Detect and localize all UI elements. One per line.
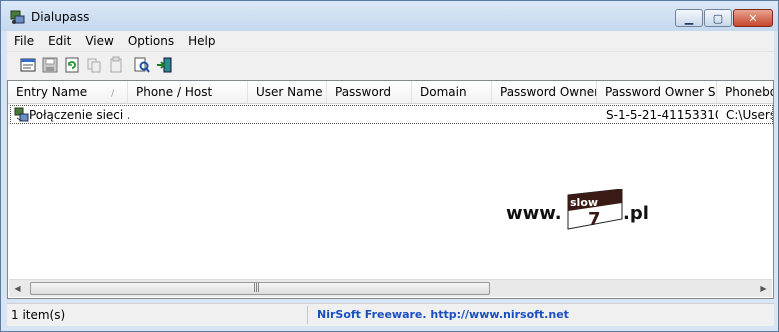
refresh-button[interactable] (63, 56, 81, 74)
table-row[interactable]: Połączenie sieci ... S-1-5-21-41153310..… (10, 105, 773, 124)
main-window: Dialupass ▁ ▢ ✕ File Edit View Options H… (0, 0, 779, 332)
cell-domain (421, 107, 491, 123)
toolbar (7, 51, 774, 80)
status-divider (307, 306, 308, 324)
find-button[interactable] (133, 56, 151, 74)
cell-user-name (257, 107, 327, 123)
close-button[interactable]: ✕ (733, 9, 773, 27)
watermark-prefix: www. (506, 203, 562, 224)
copy-icon (87, 58, 101, 73)
cell-password-owner-sid: S-1-5-21-41153310... (606, 108, 718, 122)
properties-icon (20, 58, 36, 72)
scroll-left-button[interactable]: ◀ (9, 280, 26, 297)
properties-button[interactable] (19, 56, 37, 74)
minimize-icon: ▁ (684, 11, 694, 25)
cell-phone-host (138, 107, 248, 123)
refresh-icon (65, 57, 79, 73)
scroll-right-button[interactable]: ▶ (755, 280, 772, 297)
col-domain[interactable]: Domain (412, 81, 492, 103)
scroll-right-icon: ▶ (760, 284, 767, 293)
column-headers: Entry Name / Phone / Host User Name Passw… (8, 81, 773, 104)
cell-password (336, 107, 411, 123)
copy-text-icon (110, 56, 122, 73)
minimize-button[interactable]: ▁ (675, 9, 703, 27)
menu-edit[interactable]: Edit (41, 34, 78, 48)
find-icon (134, 57, 150, 73)
col-phonebook[interactable]: Phonebo (717, 81, 773, 103)
status-item-count: 1 item(s) (11, 308, 66, 322)
sort-indicator-icon: / (111, 89, 115, 99)
copy-text-button[interactable] (107, 56, 125, 74)
cell-password-owner (501, 107, 596, 123)
save-icon (42, 57, 58, 73)
entries-list[interactable]: Entry Name / Phone / Host User Name Passw… (7, 80, 774, 299)
menu-view[interactable]: View (78, 34, 120, 48)
close-icon: ✕ (748, 11, 758, 25)
status-bar: 1 item(s) NirSoft Freeware. http://www.n… (7, 303, 774, 326)
col-password-owner[interactable]: Password Owner (492, 81, 597, 103)
dialup-entry-icon (14, 107, 29, 122)
cell-phonebook: C:\Users\ (726, 108, 772, 122)
menu-options[interactable]: Options (121, 34, 181, 48)
cell-entry-name: Połączenie sieci ... (29, 108, 129, 122)
menu-bar: File Edit View Options Help (7, 31, 774, 51)
grip-icon: ||| (253, 283, 260, 293)
col-entry-name[interactable]: Entry Name / (8, 81, 128, 103)
exit-icon (157, 57, 172, 73)
col-phone-host[interactable]: Phone / Host (128, 81, 248, 103)
watermark-box-bottom: 7 (588, 209, 601, 230)
title-bar[interactable]: Dialupass ▁ ▢ ✕ (1, 1, 778, 31)
col-password[interactable]: Password (327, 81, 412, 103)
col-entry-name-label: Entry Name (16, 85, 88, 99)
slow7-watermark-logo: www. slow 7 .pl (506, 189, 649, 230)
copy-button[interactable] (85, 56, 103, 74)
menu-file[interactable]: File (7, 34, 41, 48)
scroll-thumb[interactable]: ||| (30, 282, 490, 295)
col-password-owner-sid[interactable]: Password Owner SID (597, 81, 717, 103)
watermark-suffix: .pl (623, 203, 649, 224)
menu-help[interactable]: Help (181, 34, 222, 48)
app-icon (10, 10, 25, 24)
maximize-icon: ▢ (712, 11, 724, 25)
save-button[interactable] (41, 56, 59, 74)
window-title: Dialupass (31, 10, 90, 24)
nirsoft-link[interactable]: NirSoft Freeware. http://www.nirsoft.net (317, 308, 569, 321)
scroll-left-icon: ◀ (14, 284, 21, 293)
col-user-name[interactable]: User Name (248, 81, 327, 103)
watermark-box-top: slow (570, 196, 598, 209)
horizontal-scrollbar[interactable]: ◀ ||| ▶ (9, 279, 772, 297)
maximize-button[interactable]: ▢ (704, 9, 732, 27)
exit-button[interactable] (155, 56, 173, 74)
